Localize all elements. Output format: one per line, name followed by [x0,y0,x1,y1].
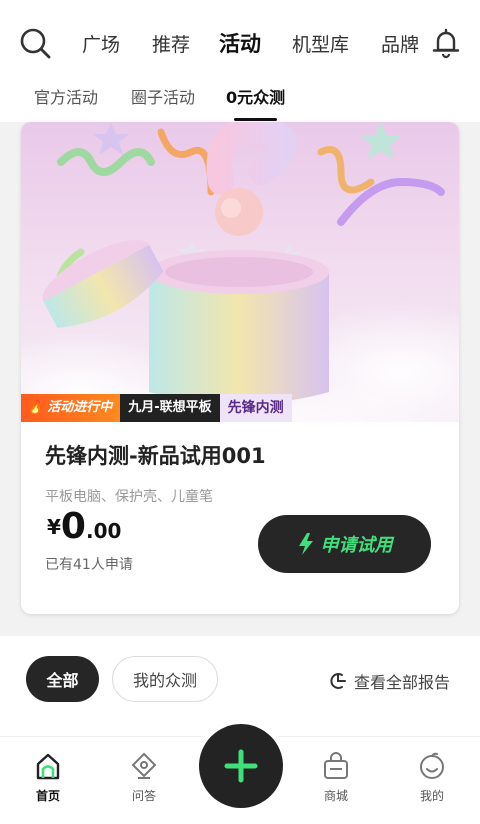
active-sub-tab-indicator [234,118,278,121]
price-integer: 0 [60,506,86,547]
nav-tab-recommend[interactable]: 推荐 [152,30,190,57]
flame-icon: 🔥 [27,400,44,415]
status-badge: 🔥 活动进行中 [21,394,121,422]
month-badge: 九月-联想平板 [120,394,220,422]
activity-card[interactable]: 🔥 活动进行中 九月-联想平板 先锋内测 先锋内测-新品试用001 平板电脑、保护… [21,122,459,614]
sub-tab-zero-yuan[interactable]: 0元众测 [226,84,286,121]
view-all-reports-label: 查看全部报告 [354,673,451,692]
card-tags: 平板电脑、保护壳、儿童笔 [45,489,213,505]
qa-icon [131,752,157,779]
filter-all-button[interactable]: 全部 [26,656,99,702]
home-icon [36,753,60,780]
nav-tab-model-library[interactable]: 机型库 [292,30,349,57]
plus-icon [224,749,258,783]
filter-mine-button[interactable]: 我的众测 [112,656,218,702]
bottom-nav-home[interactable]: 首页 [18,751,78,804]
sub-tab-official[interactable]: 官方活动 [34,84,98,108]
applicant-count: 已有41人申请 [45,557,133,573]
nav-tab-brand[interactable]: 品牌 [381,30,419,57]
card-badges: 🔥 活动进行中 九月-联想平板 先锋内测 [21,394,292,422]
create-post-button[interactable] [199,724,283,808]
bottom-nav-shop-label: 商城 [323,789,348,803]
bell-icon[interactable] [430,26,462,60]
status-badge-label: 活动进行中 [47,400,113,415]
bottom-nav-qa-label: 问答 [131,789,156,803]
activity-hero-image: 🔥 活动进行中 九月-联想平板 先锋内测 [21,122,459,422]
search-icon[interactable] [18,26,52,60]
sub-nav: 官方活动 圈子活动 0元众测 [0,78,480,122]
bottom-nav-profile[interactable]: 我的 [402,751,462,804]
price: ¥0.00 [47,506,121,547]
shop-icon [324,752,348,779]
profile-icon [420,752,444,779]
type-badge: 先锋内测 [219,394,292,422]
top-nav: 广场 推荐 活动 机型库 品牌 [0,0,480,78]
apply-trial-label: 申请试用 [320,535,393,556]
filter-row: 全部 我的众测 查看全部报告 [0,636,480,736]
lightning-icon [298,533,313,555]
sub-tab-zero-yuan-label: 0元众测 [226,88,286,107]
bottom-nav-shop[interactable]: 商城 [306,751,366,804]
bottom-nav-profile-label: 我的 [419,789,444,803]
bottom-nav-qa[interactable]: 问答 [114,751,174,804]
apply-trial-button[interactable]: 申请试用 [258,515,431,573]
view-all-reports-link[interactable]: 查看全部报告 [328,669,450,693]
nav-tab-activity[interactable]: 活动 [219,28,261,62]
price-currency: ¥ [47,515,61,539]
card-title: 先锋内测-新品试用001 [45,444,266,468]
nav-tab-activity-label: 活动 [219,32,261,56]
nav-tab-square[interactable]: 广场 [82,30,120,57]
sub-tab-circle[interactable]: 圈子活动 [131,84,195,108]
bottom-nav-home-label: 首页 [35,789,60,803]
price-decimal: .00 [85,519,122,543]
report-icon [330,673,346,689]
